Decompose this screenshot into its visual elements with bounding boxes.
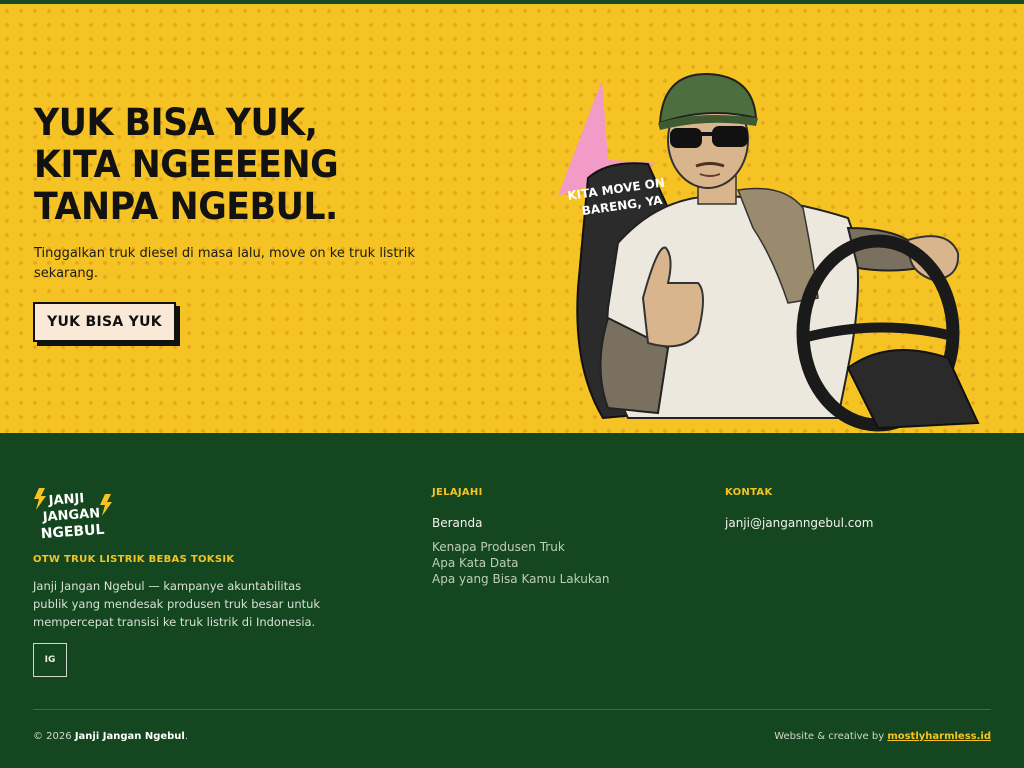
sunglasses-right-lens	[712, 126, 748, 147]
logo-line-3: NGEBUL	[40, 522, 105, 542]
right-bolt-icon	[100, 494, 112, 516]
logo-mark: JANJI JANGAN NGEBUL	[34, 488, 112, 542]
hero-title: YUK BISA YUK, KITA NGEEEENG TANPA NGEBUL…	[34, 101, 339, 228]
copyright-prefix: © 2026	[33, 731, 75, 742]
steering-wheel-spoke	[801, 322, 955, 343]
credit-prefix: Website & creative by	[774, 731, 888, 742]
footer-link-apa-kata-data[interactable]: Apa Kata Data	[432, 555, 610, 571]
copyright-name: Janji Jangan Ngebul	[74, 731, 185, 742]
copyright-suffix: .	[184, 731, 189, 742]
footer-link-apa-yang-bisa-kamu-lakukan[interactable]: Apa yang Bisa Kamu Lakukan	[432, 571, 610, 587]
footer-divider	[33, 709, 991, 710]
sunglasses-bridge	[700, 132, 714, 136]
hero-title-line-1: YUK BISA YUK,	[34, 101, 318, 144]
footer-tagline: OTW TRUK LISTRIK BEBAS TOKSIK	[33, 554, 235, 565]
hero-title-line-2: KITA NGEEEENG	[34, 143, 339, 186]
footer-logo[interactable]: JANJI JANGAN NGEBUL	[33, 486, 113, 546]
footer-about-text: Janji Jangan Ngebul — kampanye akuntabil…	[33, 579, 321, 629]
footer-link-kenapa-produsen-truk[interactable]: Kenapa Produsen Truk	[432, 539, 610, 555]
instagram-button[interactable]: IG	[33, 643, 67, 677]
cta-button[interactable]: YUK BISA YUK	[33, 302, 176, 342]
contact-email-link[interactable]: janji@janganngebul.com	[725, 516, 873, 530]
dashboard-shape	[846, 349, 980, 430]
hero-title-line-3: TANPA NGEBUL.	[34, 185, 338, 228]
credit-link[interactable]: mostlyharmless.id	[887, 731, 991, 742]
contact-heading: KONTAK	[725, 487, 773, 498]
left-bolt-icon	[34, 488, 46, 510]
driver-illustration: KITA MOVE ON BARENG, YA	[558, 72, 980, 432]
sunglasses-left-lens	[670, 128, 702, 148]
hero-subtitle: Tinggalkan truk diesel di masa lalu, mov…	[34, 246, 415, 281]
footer-link-beranda[interactable]: Beranda	[432, 516, 482, 530]
explore-heading: JELAJAHI	[432, 487, 483, 498]
credit-text: Website & creative by mostlyharmless.id	[774, 731, 991, 742]
logo-line-1: JANJI	[47, 491, 84, 509]
footer-explore-list: Kenapa Produsen Truk Apa Kata Data Apa y…	[432, 539, 610, 587]
copyright-text: © 2026 Janji Jangan Ngebul.	[33, 731, 188, 742]
